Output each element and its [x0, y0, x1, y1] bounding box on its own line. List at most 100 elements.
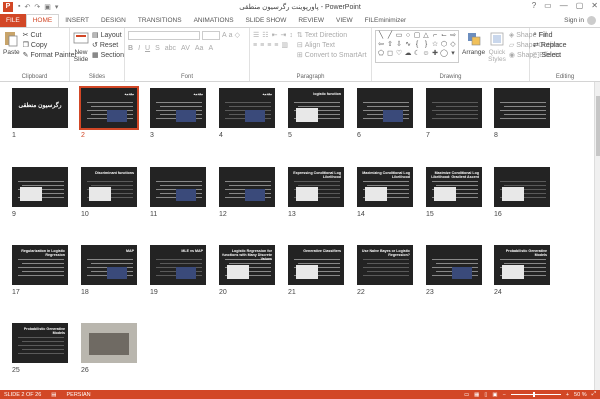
- slideshow-view-icon[interactable]: ▣: [492, 392, 497, 398]
- moon-shape-icon[interactable]: ☾: [413, 50, 421, 58]
- shapes-gallery[interactable]: ╲ ╱ ▭ ○ ▢ △ ⌐ ⌙ ⇨ ⇦ ⇧ ⇩ ∿{} ☆ ⬡ ◇ ⬠ ◻ ♡ ☁ ☾ ☺ ✚ ◯ ▾: [375, 30, 459, 63]
- slide-thumbnail[interactable]: [494, 88, 550, 128]
- rounded-rect-icon[interactable]: ▢: [413, 32, 421, 40]
- heart-shape-icon[interactable]: ♡: [395, 50, 403, 58]
- normal-view-icon[interactable]: ▭: [464, 392, 469, 398]
- replace-button[interactable]: ⇄ Replace: [533, 40, 597, 50]
- increase-indent-icon[interactable]: ⇥: [280, 31, 286, 39]
- align-center-icon[interactable]: ≡: [260, 42, 264, 49]
- smiley-shape-icon[interactable]: ☺: [422, 50, 430, 58]
- triangle-shape-icon[interactable]: △: [422, 32, 430, 40]
- format-painter-button[interactable]: ✎ Format Painter: [23, 50, 77, 60]
- vertical-scrollbar[interactable]: [594, 82, 600, 390]
- slide-thumbnail[interactable]: MAP: [81, 245, 137, 285]
- italic-icon[interactable]: I: [138, 45, 140, 52]
- tab-home[interactable]: HOME: [25, 14, 60, 27]
- font-name-box[interactable]: [128, 30, 200, 40]
- hexagon-shape-icon[interactable]: ⬡: [440, 41, 448, 49]
- language-indicator[interactable]: PERSIAN: [67, 392, 91, 398]
- reset-button[interactable]: ↺ Reset: [92, 40, 124, 50]
- align-left-icon[interactable]: ≡: [253, 42, 257, 49]
- quick-styles-button[interactable]: Quick Styles: [488, 30, 506, 63]
- minimize-button[interactable]: —: [560, 1, 568, 10]
- bullets-icon[interactable]: ☰: [253, 31, 259, 39]
- proofing-icon[interactable]: ▤: [51, 392, 56, 398]
- slide-sorter-view-icon[interactable]: ▦: [474, 392, 479, 398]
- customize-qat-icon[interactable]: ▾: [55, 3, 59, 11]
- slide-thumbnail[interactable]: Discriminant functions: [81, 167, 137, 207]
- new-slide-button[interactable]: New Slide: [73, 30, 89, 63]
- slide-thumbnail[interactable]: Generative Classifiers: [288, 245, 344, 285]
- shadow-icon[interactable]: S: [155, 45, 160, 52]
- slide-thumbnail[interactable]: مقدمه: [219, 88, 275, 128]
- scrollbar-thumb[interactable]: [596, 96, 600, 156]
- oval-shape-icon[interactable]: ○: [404, 32, 412, 40]
- section-button[interactable]: ▦ Section: [92, 50, 124, 60]
- slide-thumbnail[interactable]: logistic function: [288, 88, 344, 128]
- slide-thumbnail[interactable]: Probabilistic Generative Models: [12, 323, 68, 363]
- fit-to-window-icon[interactable]: ⤢: [592, 391, 596, 398]
- connector-shape-icon[interactable]: ⌙: [440, 32, 448, 40]
- redo-icon[interactable]: ↷: [34, 3, 40, 11]
- ribbon-display-button[interactable]: ▭: [544, 1, 552, 10]
- slide-thumbnail[interactable]: [494, 167, 550, 207]
- diamond-shape-icon[interactable]: ◇: [449, 41, 457, 49]
- slide-thumbnail[interactable]: Regularization in Logistic Regression: [12, 245, 68, 285]
- slide-thumbnail[interactable]: [150, 167, 206, 207]
- sign-in[interactable]: Sign in: [564, 14, 600, 27]
- undo-icon[interactable]: ↶: [24, 3, 30, 11]
- tab-transitions[interactable]: TRANSITIONS: [132, 14, 188, 27]
- callout-shape-icon[interactable]: ◻: [386, 50, 394, 58]
- line-shape-icon[interactable]: ╲: [377, 32, 385, 40]
- slide-thumbnail[interactable]: [426, 88, 482, 128]
- align-right-icon[interactable]: ≡: [267, 42, 271, 49]
- columns-icon[interactable]: ▥: [281, 41, 288, 49]
- clear-formatting-icon[interactable]: ◇: [235, 31, 240, 39]
- decrease-indent-icon[interactable]: ⇤: [272, 31, 278, 39]
- strikethrough-icon[interactable]: abc: [165, 45, 176, 52]
- convert-smartart-button[interactable]: ⊞ Convert to SmartArt: [297, 50, 367, 60]
- brace-shape-icon[interactable]: }: [422, 41, 430, 49]
- arrow-shape-icon[interactable]: ⇧: [386, 41, 394, 49]
- tab-insert[interactable]: INSERT: [59, 14, 95, 27]
- arrow-shape-icon[interactable]: ⇩: [395, 41, 403, 49]
- zoom-out-button[interactable]: −: [503, 392, 506, 398]
- brace-shape-icon[interactable]: {: [413, 41, 421, 49]
- slide-thumbnail[interactable]: مقدمه: [150, 88, 206, 128]
- line-spacing-icon[interactable]: ↕: [289, 32, 293, 39]
- tab-file[interactable]: FILE: [0, 14, 26, 27]
- start-slideshow-icon[interactable]: ▣: [44, 3, 51, 11]
- slide-thumbnail[interactable]: Maximizing Conditional Log Likelihood: [357, 167, 413, 207]
- slide-thumbnail[interactable]: Expressing Conditional Log Likelihood: [288, 167, 344, 207]
- paste-button[interactable]: Paste: [3, 30, 20, 60]
- slide-thumbnail[interactable]: [81, 323, 137, 363]
- help-button[interactable]: ?: [532, 1, 536, 10]
- tab-review[interactable]: REVIEW: [292, 14, 330, 27]
- shrink-font-icon[interactable]: a: [229, 32, 233, 39]
- slide-thumbnail[interactable]: Maximize Conditional Log Likelihood: Gra…: [426, 167, 482, 207]
- zoom-level[interactable]: 50 %: [574, 392, 587, 398]
- numbering-icon[interactable]: ☷: [262, 31, 268, 39]
- find-button[interactable]: ⌕ Find: [533, 30, 597, 40]
- font-color-icon[interactable]: A: [208, 45, 213, 52]
- arrange-button[interactable]: Arrange: [462, 30, 485, 63]
- zoom-slider[interactable]: [510, 392, 561, 397]
- powerpoint-icon[interactable]: P: [3, 2, 13, 12]
- select-button[interactable]: ⬚ Select: [533, 50, 597, 60]
- underline-icon[interactable]: U: [145, 45, 150, 52]
- pentagon-shape-icon[interactable]: ⬠: [377, 50, 385, 58]
- slide-thumbnail[interactable]: MLE vs MAP: [150, 245, 206, 285]
- align-text-button[interactable]: ⊟ Align Text: [297, 40, 367, 50]
- layout-button[interactable]: ▤ Layout: [92, 30, 124, 40]
- star-shape-icon[interactable]: ☆: [431, 41, 439, 49]
- more-shapes-icon[interactable]: ▾: [449, 50, 457, 58]
- bold-icon[interactable]: B: [128, 45, 133, 52]
- tab-slide-show[interactable]: SLIDE SHOW: [240, 14, 293, 27]
- slide-thumbnail[interactable]: رگرسیون منطقی: [12, 88, 68, 128]
- zoom-in-button[interactable]: +: [566, 392, 569, 398]
- slide-thumbnail[interactable]: مقدمه: [79, 86, 139, 130]
- line-shape-icon[interactable]: ╱: [386, 32, 394, 40]
- line-shape-icon[interactable]: ⌐: [431, 32, 439, 40]
- cloud-shape-icon[interactable]: ☁: [404, 50, 412, 58]
- tab-animations[interactable]: ANIMATIONS: [188, 14, 240, 27]
